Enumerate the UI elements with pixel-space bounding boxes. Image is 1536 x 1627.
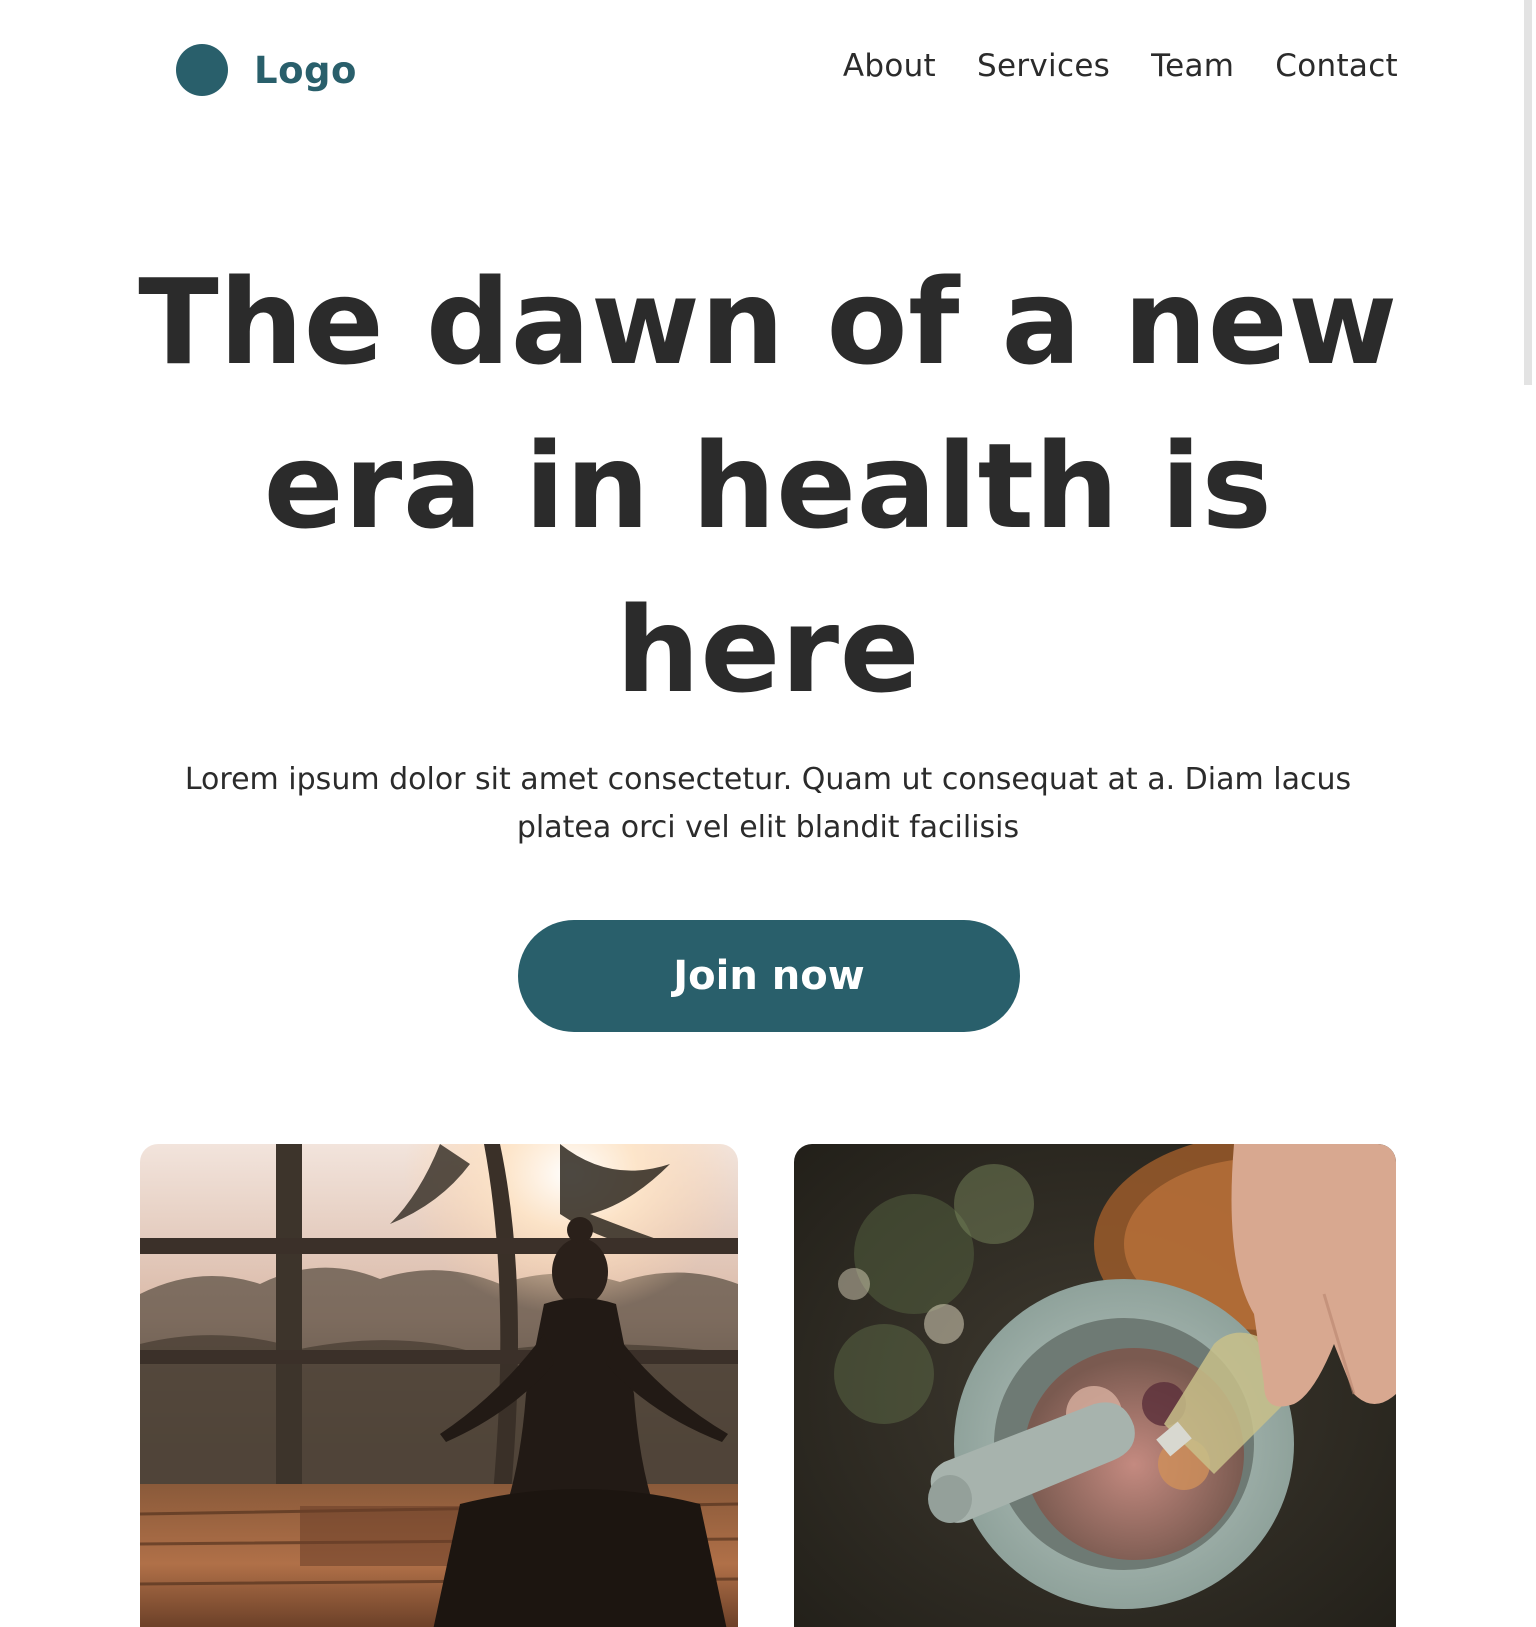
herbal-mortar-illustration bbox=[794, 1144, 1396, 1627]
nav-link-services[interactable]: Services bbox=[977, 48, 1110, 84]
hero-title-line: here bbox=[615, 581, 921, 719]
site-header: Logo About Services Team Contact bbox=[176, 40, 1398, 104]
logo-circle-icon bbox=[176, 44, 228, 96]
landing-page: Logo About Services Team Contact The daw… bbox=[0, 0, 1536, 1627]
yoga-meditation-illustration bbox=[140, 1144, 738, 1627]
nav-link-about[interactable]: About bbox=[843, 48, 936, 84]
hero-title: The dawn of a new era in health is here bbox=[100, 240, 1436, 732]
herbal-mortar-image bbox=[794, 1144, 1396, 1627]
main-nav: About Services Team Contact bbox=[843, 48, 1398, 84]
hero-title-line: The dawn of a new bbox=[138, 253, 1398, 391]
hero-subtitle-line: Lorem ipsum dolor sit amet consectetur. … bbox=[184, 762, 1352, 797]
vertical-scrollbar[interactable] bbox=[1520, 0, 1536, 1627]
hero-title-line: era in health is bbox=[263, 417, 1273, 555]
logo-text: Logo bbox=[254, 48, 357, 92]
join-now-button[interactable]: Join now bbox=[518, 920, 1020, 1032]
nav-link-contact[interactable]: Contact bbox=[1275, 48, 1398, 84]
hero-subtitle: Lorem ipsum dolor sit amet consectetur. … bbox=[140, 756, 1396, 852]
hero-subtitle-line: platea orci vel elit blandit facilisis bbox=[516, 810, 1020, 845]
nav-link-team[interactable]: Team bbox=[1151, 48, 1234, 84]
scrollbar-thumb[interactable] bbox=[1524, 0, 1532, 385]
logo[interactable]: Logo bbox=[176, 44, 357, 96]
yoga-meditation-image bbox=[140, 1144, 738, 1627]
